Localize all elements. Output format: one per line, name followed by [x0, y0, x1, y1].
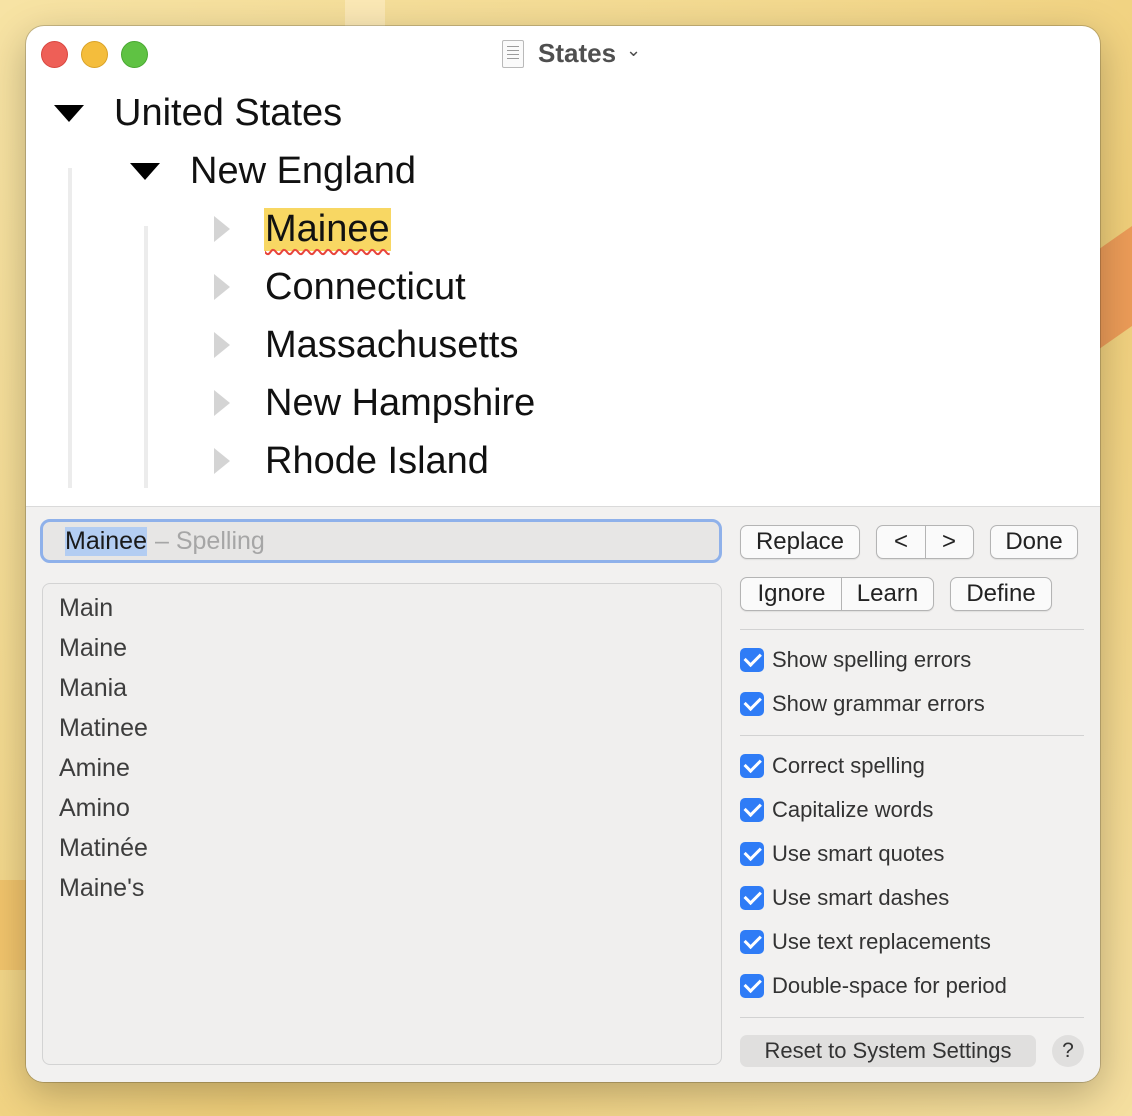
suggestion-item[interactable]: Maine: [43, 628, 721, 668]
suggestions-list[interactable]: Main Maine Mania Matinee Amine Amino Mat…: [42, 583, 722, 1065]
disclosure-open-icon[interactable]: [130, 162, 160, 180]
minimize-button[interactable]: [81, 41, 108, 68]
states-window: States ⌄ United States New England Maine…: [26, 26, 1100, 1082]
checkbox-checked-icon[interactable]: [740, 648, 764, 672]
learn-button[interactable]: Learn: [842, 580, 933, 608]
disclosure-closed-icon[interactable]: [214, 390, 230, 416]
show-spelling-errors-checkbox[interactable]: Show spelling errors: [740, 646, 971, 674]
capitalize-words-checkbox[interactable]: Capitalize words: [740, 796, 933, 824]
disclosure-open-icon[interactable]: [54, 104, 84, 122]
ignore-button[interactable]: Ignore: [741, 580, 842, 608]
checkbox-checked-icon[interactable]: [740, 886, 764, 910]
define-button[interactable]: Define: [950, 577, 1052, 611]
disclosure-closed-icon[interactable]: [214, 274, 230, 300]
suggestion-item[interactable]: Maine's: [43, 868, 721, 908]
outline-row-state[interactable]: Connecticut: [214, 262, 466, 312]
suggestion-item[interactable]: Matinée: [43, 828, 721, 868]
outline-item-label: Massachusetts: [265, 323, 519, 366]
show-grammar-errors-checkbox[interactable]: Show grammar errors: [740, 690, 985, 718]
checkbox-label: Use smart dashes: [772, 885, 950, 910]
suggestion-item[interactable]: Amine: [43, 748, 721, 788]
outline-row-state[interactable]: Massachusetts: [214, 320, 518, 370]
checkbox-label: Use text replacements: [772, 929, 991, 954]
done-button[interactable]: Done: [990, 525, 1078, 559]
smart-quotes-checkbox[interactable]: Use smart quotes: [740, 840, 944, 868]
previous-button[interactable]: <: [877, 528, 925, 556]
smart-dashes-checkbox[interactable]: Use smart dashes: [740, 884, 949, 912]
outline-item-label: New Hampshire: [265, 381, 536, 424]
checkbox-checked-icon[interactable]: [740, 974, 764, 998]
misspelled-word-text: Mainee: [65, 526, 147, 556]
disclosure-closed-icon[interactable]: [214, 216, 230, 242]
checkbox-label: Show grammar errors: [772, 691, 985, 716]
title-bar[interactable]: States ⌄: [26, 26, 1100, 80]
checkbox-checked-icon[interactable]: [740, 692, 764, 716]
checkbox-checked-icon[interactable]: [740, 842, 764, 866]
outline-row-region[interactable]: New England: [130, 146, 416, 196]
checkbox-checked-icon[interactable]: [740, 930, 764, 954]
misspelled-word[interactable]: Mainee: [264, 207, 391, 251]
checkbox-checked-icon[interactable]: [740, 798, 764, 822]
misspelled-word-field[interactable]: Mainee – Spelling: [40, 519, 722, 563]
title-chevron-icon[interactable]: ⌄: [626, 40, 641, 61]
replace-button[interactable]: Replace: [740, 525, 860, 559]
separator: [740, 629, 1084, 630]
outline-row-root[interactable]: United States: [54, 88, 342, 138]
checkbox-label: Use smart quotes: [772, 841, 945, 866]
checkbox-label: Show spelling errors: [772, 647, 972, 672]
text-replacements-checkbox[interactable]: Use text replacements: [740, 928, 991, 956]
checkbox-label: Double-space for period: [772, 973, 1007, 998]
zoom-button[interactable]: [121, 41, 148, 68]
close-button[interactable]: [41, 41, 68, 68]
outline-item-label: Connecticut: [265, 265, 466, 308]
reset-to-system-settings-button[interactable]: Reset to System Settings: [740, 1035, 1036, 1067]
correct-spelling-checkbox[interactable]: Correct spelling: [740, 752, 925, 780]
segment-divider: [841, 577, 842, 611]
checkbox-label: Capitalize words: [772, 797, 934, 822]
outline-row-state[interactable]: Rhode Island: [214, 436, 489, 486]
window-title[interactable]: States: [538, 38, 616, 69]
segment-divider: [925, 525, 926, 559]
suggestion-item[interactable]: Matinee: [43, 708, 721, 748]
indent-guide: [144, 226, 148, 488]
separator: [740, 735, 1084, 736]
field-hint: – Spelling: [155, 526, 265, 555]
outline-row-state[interactable]: Mainee: [214, 204, 391, 254]
double-space-period-checkbox[interactable]: Double-space for period: [740, 972, 1007, 1000]
outline-item-label: New England: [190, 149, 417, 192]
checkbox-label: Correct spelling: [772, 753, 925, 778]
spelling-grammar-panel: Mainee – Spelling Main Maine Mania Matin…: [26, 506, 1100, 1082]
outline-row-state[interactable]: New Hampshire: [214, 378, 535, 428]
outline-item-label: Rhode Island: [265, 439, 489, 482]
checkbox-checked-icon[interactable]: [740, 754, 764, 778]
help-button[interactable]: ?: [1052, 1035, 1084, 1067]
document-icon: [502, 40, 524, 68]
suggestion-item[interactable]: Main: [43, 588, 721, 628]
indent-guide: [68, 168, 72, 488]
outline-tree: United States New England Mainee Connect…: [26, 80, 1100, 506]
disclosure-closed-icon[interactable]: [214, 448, 230, 474]
wallpaper-shape: [345, 0, 385, 26]
disclosure-closed-icon[interactable]: [214, 332, 230, 358]
separator: [740, 1017, 1084, 1018]
suggestion-item[interactable]: Amino: [43, 788, 721, 828]
ignore-learn-segmented[interactable]: Ignore Learn: [740, 577, 934, 611]
suggestion-item[interactable]: Mania: [43, 668, 721, 708]
next-button[interactable]: >: [925, 528, 973, 556]
outline-item-label: United States: [114, 91, 343, 134]
